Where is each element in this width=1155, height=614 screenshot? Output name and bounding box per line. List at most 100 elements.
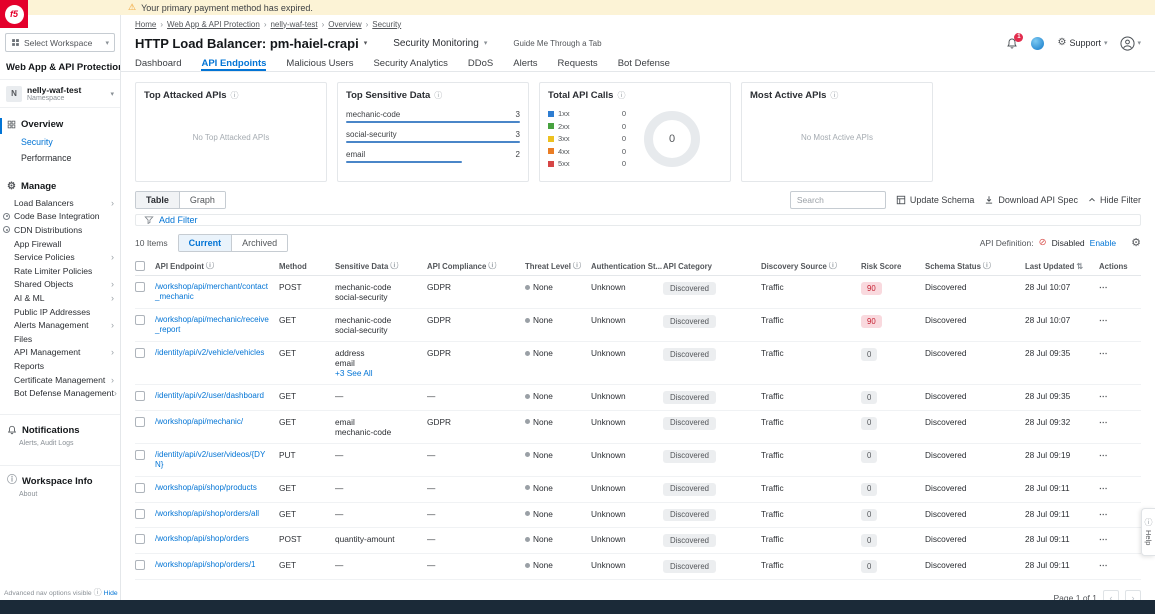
- sidebar-item-manage[interactable]: ⚙ Manage: [0, 174, 120, 196]
- sidebar-item-notifications[interactable]: Notifications Alerts, Audit Logs: [0, 414, 120, 451]
- sidebar-item-workspace-info[interactable]: ⓘ Workspace Info About: [0, 465, 120, 502]
- column-header-actions[interactable]: Actions: [1099, 262, 1139, 271]
- column-header-api-category[interactable]: API Category: [663, 262, 761, 271]
- api-endpoint-link[interactable]: /identity/api/v2/user/videos/{DYN}: [155, 450, 271, 470]
- workspace-select[interactable]: Select Workspace ▾: [5, 33, 115, 52]
- column-header-authentication-st[interactable]: Authentication St...: [591, 262, 663, 271]
- row-actions-button[interactable]: ⋯: [1099, 483, 1139, 493]
- row-checkbox[interactable]: [135, 348, 145, 358]
- row-actions-button[interactable]: ⋯: [1099, 509, 1139, 519]
- row-checkbox[interactable]: [135, 315, 145, 325]
- sidebar-item-files[interactable]: Files: [0, 332, 120, 346]
- tab-alerts[interactable]: Alerts: [513, 58, 537, 71]
- row-actions-button[interactable]: ⋯: [1099, 315, 1139, 325]
- row-actions-button[interactable]: ⋯: [1099, 450, 1139, 460]
- api-endpoint-link[interactable]: /workshop/api/shop/orders/all: [155, 509, 271, 519]
- api-endpoint-link[interactable]: /identity/api/v2/vehicle/vehicles: [155, 348, 271, 358]
- info-icon[interactable]: ⓘ: [488, 262, 496, 270]
- see-all-link[interactable]: +3 See All: [335, 368, 419, 378]
- row-actions-button[interactable]: ⋯: [1099, 391, 1139, 401]
- row-checkbox[interactable]: [135, 509, 145, 519]
- tab-requests[interactable]: Requests: [558, 58, 598, 71]
- cloud-status-icon[interactable]: [1031, 37, 1044, 50]
- info-icon[interactable]: ⓘ: [617, 92, 625, 100]
- info-icon[interactable]: ⓘ: [231, 92, 239, 100]
- row-checkbox[interactable]: [135, 282, 145, 292]
- support-menu[interactable]: ⚙ Support ▾: [1057, 38, 1107, 48]
- sidebar-item-bot-defense-management[interactable]: Bot Defense Management›: [0, 386, 120, 400]
- info-icon[interactable]: ⓘ: [434, 92, 442, 100]
- sidebar-item-load-balancers[interactable]: Load Balancers›: [0, 196, 120, 210]
- sidebar-item-alerts-management[interactable]: Alerts Management›: [0, 318, 120, 332]
- row-actions-button[interactable]: ⋯: [1099, 282, 1139, 292]
- f5-logo[interactable]: f5: [0, 0, 28, 28]
- table-row[interactable]: /workshop/api/shop/ordersPOSTquantity-am…: [135, 528, 1141, 554]
- breadcrumb-link-security[interactable]: Security: [372, 20, 401, 29]
- sidebar-item-certificate-management[interactable]: Certificate Management›: [0, 373, 120, 387]
- info-icon[interactable]: ⓘ: [829, 262, 837, 270]
- info-icon[interactable]: ⓘ: [94, 589, 102, 597]
- info-icon[interactable]: ⓘ: [573, 262, 581, 270]
- info-icon[interactable]: ⓘ: [983, 262, 991, 270]
- sidebar-item-public-ip-addresses[interactable]: Public IP Addresses: [0, 305, 120, 319]
- column-header-api-compliance[interactable]: API Complianceⓘ: [427, 262, 525, 271]
- sidebar-item-service-policies[interactable]: Service Policies›: [0, 250, 120, 264]
- row-actions-button[interactable]: ⋯: [1099, 348, 1139, 358]
- sidebar-item-overview[interactable]: Overview: [0, 112, 120, 134]
- tab-dashboard[interactable]: Dashboard: [135, 58, 181, 71]
- breadcrumb-link-web-app-api-protection[interactable]: Web App & API Protection: [167, 20, 260, 29]
- sidebar-item-code-base-integration[interactable]: Code Base Integration: [0, 210, 120, 224]
- sidebar-item-performance[interactable]: Performance: [0, 150, 120, 166]
- update-schema-button[interactable]: Update Schema: [896, 195, 975, 205]
- view-toggle-table[interactable]: Table: [136, 192, 179, 208]
- info-icon[interactable]: ⓘ: [390, 262, 398, 270]
- download-api-spec-button[interactable]: Download API Spec: [984, 195, 1078, 205]
- table-row[interactable]: /identity/api/v2/user/videos/{DYN}PUT——N…: [135, 444, 1141, 477]
- add-filter-button[interactable]: Add Filter: [159, 215, 198, 225]
- help-tab[interactable]: ⓘ Help: [1141, 508, 1155, 556]
- tab-security-analytics[interactable]: Security Analytics: [373, 58, 447, 71]
- column-header-method[interactable]: Method: [279, 262, 335, 271]
- monitoring-select[interactable]: Security Monitoring ▾: [393, 38, 487, 49]
- view-toggle-graph[interactable]: Graph: [179, 192, 225, 208]
- row-checkbox[interactable]: [135, 417, 145, 427]
- search-input[interactable]: [790, 191, 886, 209]
- sidebar-item-api-management[interactable]: API Management›: [0, 346, 120, 360]
- column-header-threat-level[interactable]: Threat Levelⓘ: [525, 262, 591, 271]
- sidebar-item-app-firewall[interactable]: App Firewall: [0, 237, 120, 251]
- row-checkbox[interactable]: [135, 391, 145, 401]
- sidebar-item-cdn-distributions[interactable]: CDN Distributions: [0, 223, 120, 237]
- hide-filter-button[interactable]: Hide Filter: [1088, 195, 1141, 205]
- column-header-schema-status[interactable]: Schema Statusⓘ: [925, 262, 1025, 271]
- row-checkbox[interactable]: [135, 560, 145, 570]
- enable-link[interactable]: Enable: [1090, 238, 1116, 248]
- table-row[interactable]: /workshop/api/merchant/contact_mechanicP…: [135, 276, 1141, 309]
- select-all-checkbox[interactable]: [135, 261, 145, 271]
- next-page-button[interactable]: ›: [1125, 590, 1141, 600]
- breadcrumb-link-nelly-waf-test[interactable]: nelly-waf-test: [270, 20, 317, 29]
- user-menu[interactable]: ▾: [1120, 36, 1141, 51]
- table-row[interactable]: /identity/api/v2/user/dashboardGET——None…: [135, 385, 1141, 411]
- row-checkbox[interactable]: [135, 534, 145, 544]
- sidebar-item-shared-objects[interactable]: Shared Objects›: [0, 278, 120, 292]
- row-actions-button[interactable]: ⋯: [1099, 560, 1139, 570]
- row-checkbox[interactable]: [135, 483, 145, 493]
- table-row[interactable]: /identity/api/v2/vehicle/vehiclesGETaddr…: [135, 342, 1141, 385]
- sort-icon[interactable]: ⇅: [1076, 262, 1083, 271]
- api-endpoint-link[interactable]: /identity/api/v2/user/dashboard: [155, 391, 271, 401]
- api-endpoint-link[interactable]: /workshop/api/merchant/contact_mechanic: [155, 282, 271, 302]
- tab-ddos[interactable]: DDoS: [468, 58, 493, 71]
- table-row[interactable]: /workshop/api/shop/orders/allGET——NoneUn…: [135, 503, 1141, 529]
- api-endpoint-link[interactable]: /workshop/api/mechanic/: [155, 417, 271, 427]
- tab-bot-defense[interactable]: Bot Defense: [618, 58, 670, 71]
- state-toggle-archived[interactable]: Archived: [231, 235, 287, 251]
- tab-api-endpoints[interactable]: API Endpoints: [201, 58, 266, 71]
- tab-malicious-users[interactable]: Malicious Users: [286, 58, 353, 71]
- api-endpoint-link[interactable]: /workshop/api/mechanic/receive_report: [155, 315, 271, 335]
- state-toggle-current[interactable]: Current: [179, 235, 232, 251]
- column-header-risk-score[interactable]: Risk Score: [861, 262, 925, 271]
- sidebar-item-reports[interactable]: Reports: [0, 359, 120, 373]
- chevron-down-icon[interactable]: ▾: [364, 39, 368, 47]
- info-icon[interactable]: ⓘ: [206, 262, 214, 270]
- info-icon[interactable]: ⓘ: [830, 92, 838, 100]
